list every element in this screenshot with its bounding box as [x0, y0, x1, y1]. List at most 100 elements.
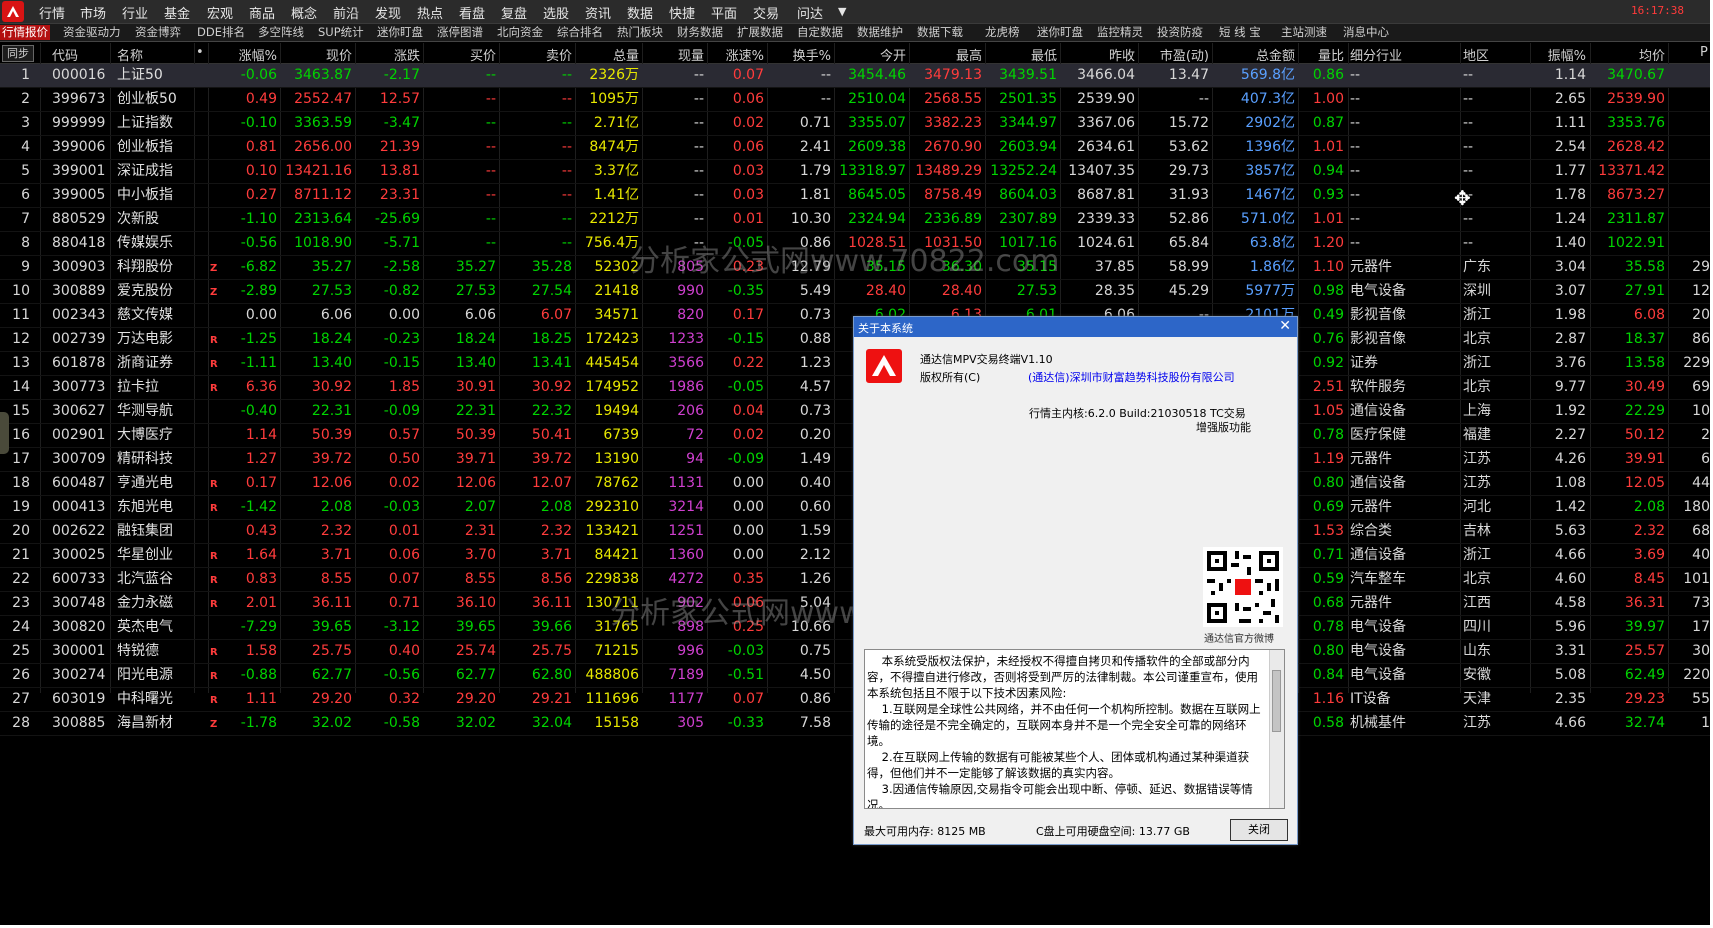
menu-more-arrow-icon[interactable]: ▼ [838, 5, 846, 18]
sync-button[interactable]: 同步 [2, 45, 34, 62]
menu-data[interactable]: 数据 [627, 3, 653, 22]
cell-vol: 78762 [594, 475, 639, 491]
column-header-code[interactable]: 代码 [52, 45, 78, 64]
column-header-ind[interactable]: 细分行业 [1350, 45, 1402, 64]
table-row[interactable]: 9 300903 科翔股份 Z -6.82 35.27 -2.58 35.27 35.28 523… [0, 256, 1710, 280]
menu-ask[interactable]: 问达 [797, 3, 823, 22]
tab-2[interactable]: 资金博弈 [135, 25, 181, 40]
column-header-name[interactable]: 名称 [117, 45, 143, 64]
company-link[interactable]: (通达信)深圳市财富趋势科技股份有限公司 [1028, 369, 1235, 385]
tab-5[interactable]: SUP统计 [318, 25, 364, 40]
menu-industry[interactable]: 行业 [122, 3, 148, 22]
tab-17[interactable]: 迷你盯盘 [1037, 25, 1083, 40]
table-row[interactable]: 5 399001 深证成指 0.10 13421.16 13.81 -- -- 3.37亿 -- 0… [0, 160, 1710, 184]
column-header-spd[interactable]: 涨速% [726, 45, 764, 64]
menu-concept[interactable]: 概念 [291, 3, 317, 22]
menu-review[interactable]: 复盘 [501, 3, 527, 22]
cell-name: 拉卡拉 [117, 379, 159, 395]
tab-12[interactable]: 扩展数据 [737, 25, 783, 40]
tab-15[interactable]: 数据下载 [917, 25, 963, 40]
tab-13[interactable]: 自定数据 [797, 25, 843, 40]
table-row[interactable]: 2 399673 创业板50 0.49 2552.47 12.57 -- -- 1095万 -- 0… [0, 88, 1710, 112]
tab-1[interactable]: 资金驱动力 [63, 25, 121, 40]
table-row[interactable]: 7 880529 次新股 -1.10 2313.64 -25.69 -- -- 2212万 -- 0… [0, 208, 1710, 232]
close-button[interactable]: 关闭 [1230, 819, 1288, 841]
column-header-amt[interactable]: 总金额 [1256, 45, 1295, 64]
menu-frontier[interactable]: 前沿 [333, 3, 359, 22]
column-header-p[interactable]: P [1700, 45, 1708, 60]
tab-20[interactable]: 短 线 宝 [1219, 25, 1261, 40]
tab-19[interactable]: 投资防疫 [1157, 25, 1203, 40]
table-row[interactable]: 3 999999 上证指数 -0.10 3363.59 -3.47 -- -- 2.71亿 -- 0… [0, 112, 1710, 136]
menu-watch[interactable]: 看盘 [459, 3, 485, 22]
tab-8[interactable]: 北向资金 [497, 25, 543, 40]
column-header-chg[interactable]: 涨跌 [394, 45, 420, 64]
tab-7[interactable]: 涨停图谱 [437, 25, 483, 40]
column-header-ask[interactable]: 卖价 [546, 45, 572, 64]
scrollbar-thumb[interactable] [1272, 670, 1281, 732]
column-header-tag[interactable]: • [196, 45, 204, 60]
menu-discover[interactable]: 发现 [375, 3, 401, 22]
menu-trade[interactable]: 交易 [753, 3, 779, 22]
move-cursor-icon: ✥ [1454, 186, 1471, 210]
cell-chg: 0.32 [388, 691, 420, 707]
tdx-logo-icon[interactable] [2, 1, 24, 22]
menu-macro[interactable]: 宏观 [207, 3, 233, 22]
cell-name: 特锐德 [117, 643, 159, 659]
tab-14[interactable]: 数据维护 [857, 25, 903, 40]
menu-layout[interactable]: 平面 [711, 3, 737, 22]
side-panel-toggle[interactable] [0, 412, 9, 454]
tab-16[interactable]: 龙虎榜 [985, 25, 1020, 40]
dialog-titlebar[interactable]: 关于本系统 ✕ [854, 317, 1297, 337]
column-header-vol[interactable]: 总量 [613, 45, 639, 64]
cell-n: 21 [12, 547, 30, 563]
menu-hot[interactable]: 热点 [417, 3, 443, 22]
cell-code: 300885 [52, 715, 106, 731]
column-header-pe[interactable]: 市盈(动) [1160, 45, 1209, 64]
legal-notice-box[interactable]: 本系统受版权法保护，未经授权不得擅自拷贝和传播软件的全部或部分内容，不得擅自进行… [864, 649, 1285, 809]
menu-shortcut[interactable]: 快捷 [669, 3, 695, 22]
tab-9[interactable]: 综合排名 [557, 25, 603, 40]
cell-turn: 0.20 [799, 427, 831, 443]
tab-11[interactable]: 财务数据 [677, 25, 723, 40]
column-header-open[interactable]: 今开 [880, 45, 906, 64]
column-header-area[interactable]: 地区 [1463, 45, 1489, 64]
menu-commodity[interactable]: 商品 [249, 3, 275, 22]
column-header-price[interactable]: 现价 [326, 45, 352, 64]
tab-3[interactable]: DDE排名 [197, 25, 245, 40]
tab-21[interactable]: 主站测速 [1281, 25, 1327, 40]
menu-news[interactable]: 资讯 [585, 3, 611, 22]
table-row[interactable]: 8 880418 传媒娱乐 -0.56 1018.90 -5.71 -- -- 756.4万 --… [0, 232, 1710, 256]
column-header-turn[interactable]: 换手% [793, 45, 831, 64]
tab-0[interactable]: 行情报价 [0, 25, 50, 40]
table-row[interactable]: 4 399006 创业板指 0.81 2656.00 21.39 -- -- 8474万 -- 0.… [0, 136, 1710, 160]
menu-market[interactable]: 市场 [80, 3, 106, 22]
tab-6[interactable]: 迷你盯盘 [377, 25, 423, 40]
cell-p: 20 [1692, 307, 1710, 323]
cell-tag: R [210, 671, 218, 682]
clock: 16:17:38 [1631, 4, 1684, 17]
tab-18[interactable]: 监控精灵 [1097, 25, 1143, 40]
close-icon[interactable]: ✕ [1279, 318, 1291, 334]
menu-stock-pick[interactable]: 选股 [543, 3, 569, 22]
column-header-bid[interactable]: 买价 [470, 45, 496, 64]
legal-scrollbar[interactable] [1269, 650, 1284, 808]
tab-10[interactable]: 热门板块 [617, 25, 663, 40]
tab-22[interactable]: 消息中心 [1343, 25, 1389, 40]
column-header-pct[interactable]: 涨幅% [239, 45, 277, 64]
column-header-cur[interactable]: 现量 [678, 45, 704, 64]
menu-quotes[interactable]: 行情 [39, 3, 65, 22]
table-row[interactable]: 10 300889 爱克股份 Z -2.89 27.53 -0.82 27.53 27.54 21… [0, 280, 1710, 304]
table-row[interactable]: 1 000016 上证50 -0.06 3463.87 -2.17 -- -- 2326万 -- 0… [0, 64, 1710, 88]
column-header-amp[interactable]: 振幅% [1548, 45, 1586, 64]
cell-ratio: 0.71 [1312, 547, 1344, 563]
column-header-avg[interactable]: 均价 [1639, 45, 1665, 64]
tab-4[interactable]: 多空阵线 [258, 25, 304, 40]
cell-price: 30.92 [311, 379, 352, 395]
column-header-ratio[interactable]: 量比 [1318, 45, 1344, 64]
column-header-high[interactable]: 最高 [956, 45, 982, 64]
menu-fund[interactable]: 基金 [164, 3, 190, 22]
column-header-low[interactable]: 最低 [1031, 45, 1057, 64]
column-header-prev[interactable]: 昨收 [1109, 45, 1135, 64]
cell-n: 2 [21, 91, 30, 107]
